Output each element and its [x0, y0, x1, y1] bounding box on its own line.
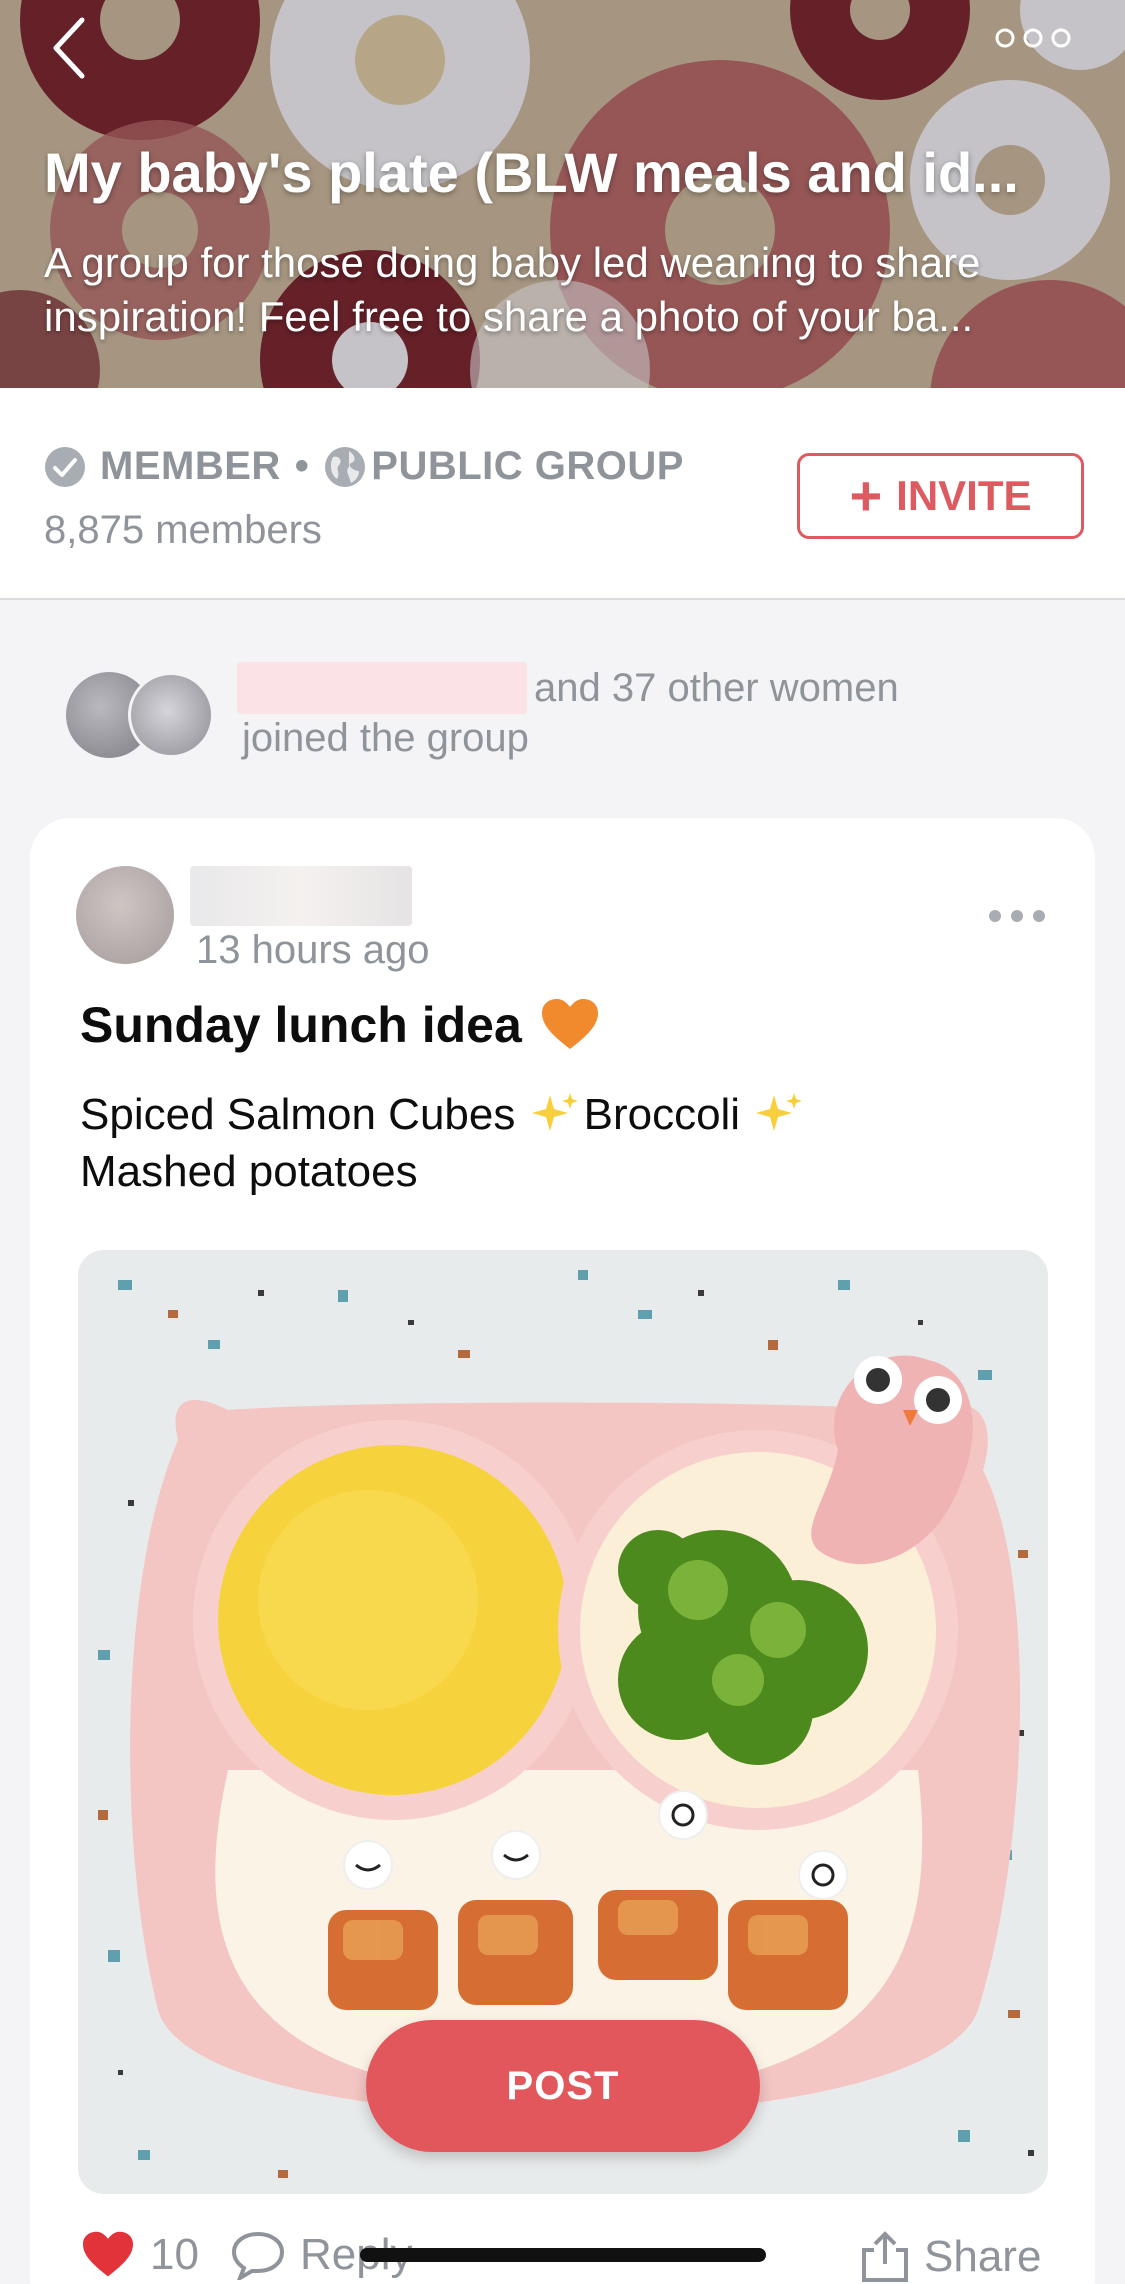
- comment-icon: [231, 2231, 285, 2280]
- share-label: Share: [924, 2232, 1042, 2281]
- blurred-name: [237, 662, 527, 714]
- sparkles-icon: [531, 1093, 578, 1131]
- orange-heart-icon: [541, 999, 598, 1049]
- post-title: Sunday lunch idea: [80, 996, 600, 1054]
- invite-button[interactable]: + INVITE: [797, 453, 1084, 539]
- group-info: MEMBER • PUBLIC GROUP 8,875 members + IN…: [0, 388, 1125, 600]
- group-header: My baby's plate (BLW meals and id... A g…: [0, 0, 1125, 388]
- check-circle-icon: [45, 446, 85, 487]
- separator: •: [294, 444, 310, 488]
- share-icon: [862, 2231, 908, 2282]
- sparkles-icon: [756, 1093, 803, 1131]
- joined-members-row[interactable]: and 37 other women joined the group: [0, 640, 1125, 780]
- body-text: Mashed potatoes: [80, 1147, 418, 1196]
- body-text: Spiced Salmon Cubes: [80, 1090, 516, 1139]
- post-more-icon[interactable]: [987, 908, 1047, 924]
- like-count: 10: [150, 2230, 199, 2279]
- heart-icon: [83, 2231, 133, 2277]
- post-timestamp: 13 hours ago: [196, 928, 430, 972]
- body-text: Broccoli: [583, 1090, 741, 1139]
- member-label: MEMBER: [100, 444, 281, 488]
- group-type: PUBLIC GROUP: [371, 444, 684, 488]
- group-title: My baby's plate (BLW meals and id...: [44, 141, 1019, 204]
- author-avatar[interactable]: [76, 866, 174, 964]
- back-chevron-icon[interactable]: [44, 12, 104, 82]
- joined-text: and 37 other women: [534, 666, 899, 710]
- invite-label: INVITE: [896, 472, 1032, 519]
- membership-status: MEMBER • PUBLIC GROUP: [44, 444, 684, 489]
- joined-text-line2: joined the group: [242, 716, 529, 760]
- post-title-text: Sunday lunch idea: [80, 997, 522, 1053]
- plus-icon: +: [849, 464, 883, 527]
- avatar: [128, 672, 214, 758]
- group-description[interactable]: A group for those doing baby led weaning…: [44, 236, 1084, 344]
- more-dots-icon[interactable]: [993, 26, 1073, 50]
- post-body: Spiced Salmon Cubes Broccoli Mashed pota…: [80, 1086, 980, 1200]
- post-button[interactable]: POST: [366, 2020, 760, 2152]
- author-name-blurred: [190, 866, 412, 926]
- home-indicator: [360, 2248, 766, 2262]
- like-button[interactable]: 10: [80, 2230, 199, 2280]
- globe-icon: [325, 446, 366, 487]
- share-button[interactable]: Share: [860, 2230, 1041, 2284]
- members-count[interactable]: 8,875 members: [44, 508, 322, 553]
